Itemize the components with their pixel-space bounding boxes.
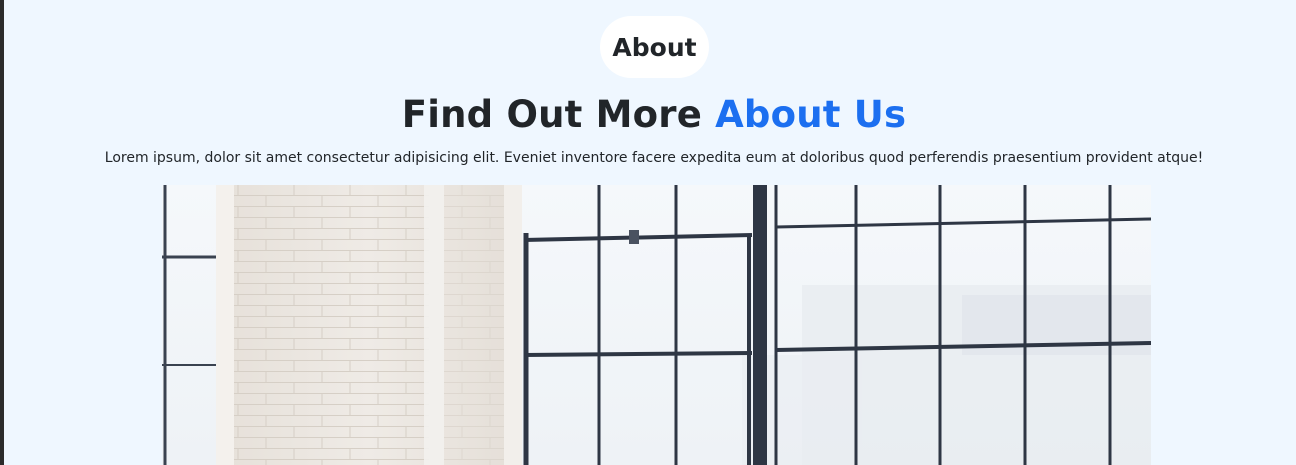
about-badge: About — [600, 16, 709, 78]
about-section: About Find Out More About Us Lorem ipsum… — [4, 0, 1296, 465]
office-window-image — [162, 185, 1151, 465]
heading-main-text: Find Out More — [401, 93, 716, 136]
heading-accent-text: About Us — [715, 93, 907, 136]
section-heading: Find Out More About Us — [4, 92, 1296, 138]
section-description: Lorem ipsum, dolor sit amet consectetur … — [104, 150, 1204, 166]
